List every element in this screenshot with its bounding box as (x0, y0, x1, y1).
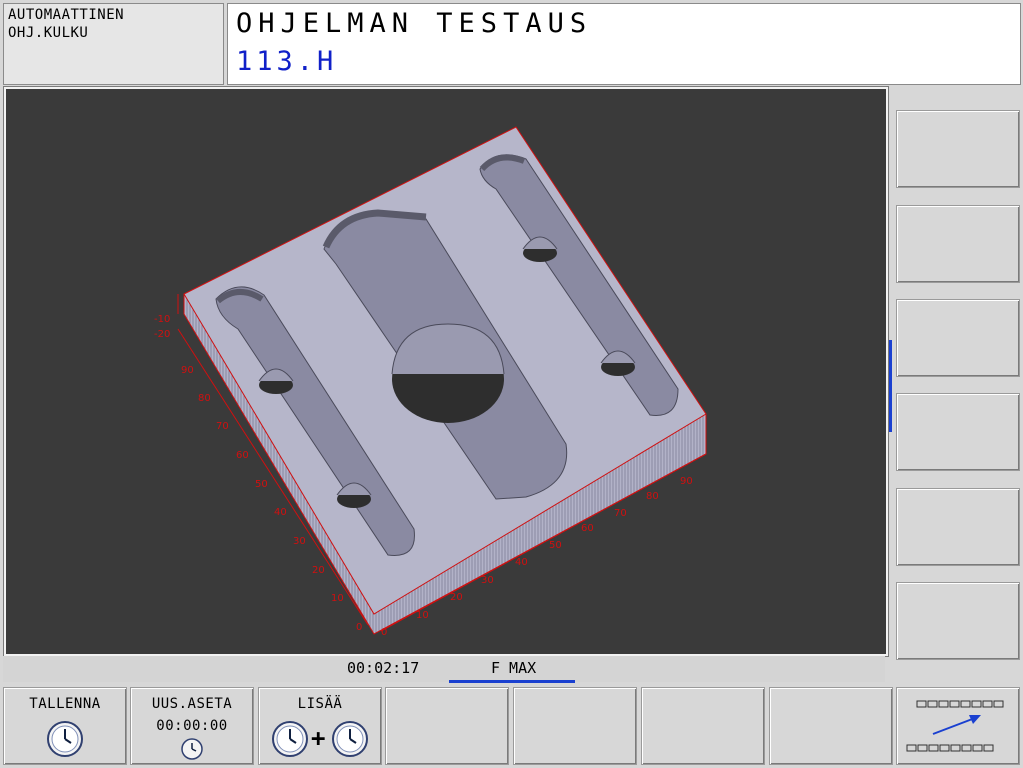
reset-time-value: 00:00:00 (156, 718, 228, 734)
feed-indicator (449, 680, 575, 683)
y-tick: 40 (274, 507, 287, 518)
vertical-softkey-4[interactable] (896, 393, 1020, 471)
x-tick: 80 (646, 491, 659, 502)
horizontal-softkey-7[interactable] (769, 687, 893, 765)
y-tick: 0 (356, 622, 362, 633)
y-tick: 10 (331, 593, 344, 604)
reset-label: UUS.ASETA (151, 696, 233, 712)
workpiece-3d-view: -10 -20 90 80 70 60 50 40 30 20 10 0 0 1… (154, 126, 707, 638)
y-tick: 20 (312, 565, 325, 576)
clock-icon (181, 738, 203, 760)
program-name: 113.H (236, 46, 338, 77)
vertical-softkey-5[interactable] (896, 488, 1020, 566)
vertical-softkey-2[interactable] (896, 205, 1020, 283)
machining-time: 00:02:17 (347, 659, 420, 677)
y-tick: 70 (216, 421, 229, 432)
mode-line-1: AUTOMAATTINEN (8, 7, 125, 23)
x-tick: 60 (581, 523, 594, 534)
x-tick: 10 (416, 610, 429, 621)
x-tick: 70 (614, 508, 627, 519)
save-label: TALLENNA (29, 696, 101, 712)
title-panel: OHJELMAN TESTAUS 113.H (227, 3, 1021, 85)
z-label-minus10: -10 (154, 314, 170, 325)
clock-icon (47, 721, 83, 757)
feed-rate: F MAX (491, 659, 537, 677)
x-tick: 40 (515, 557, 528, 568)
x-tick: 90 (680, 476, 693, 487)
softkey-page-indicator (889, 340, 892, 432)
clock-icon (332, 721, 368, 757)
y-tick: 30 (293, 536, 306, 547)
horizontal-softkey-4[interactable] (385, 687, 509, 765)
vertical-softkey-1[interactable] (896, 110, 1020, 188)
mode-line-2: OHJ.KULKU (8, 25, 89, 41)
vertical-softkey-6[interactable] (896, 582, 1020, 660)
operating-mode-panel: AUTOMAATTINEN OHJ.KULKU (3, 3, 224, 85)
x-tick: 30 (481, 575, 494, 586)
screen-title: OHJELMAN TESTAUS (236, 8, 593, 39)
y-tick: 50 (255, 479, 268, 490)
softkey-switch-icon (906, 700, 1004, 752)
softkey-bar-switch[interactable] (896, 687, 1020, 765)
status-bar: 00:02:17 F MAX (3, 656, 885, 683)
y-tick: 90 (181, 365, 194, 376)
vertical-softkey-3[interactable] (896, 299, 1020, 377)
x-tick: 0 (381, 627, 387, 638)
y-tick: 80 (198, 393, 211, 404)
x-tick: 20 (450, 592, 463, 603)
horizontal-softkey-5[interactable] (513, 687, 637, 765)
plus-sign: + (311, 724, 326, 752)
z-label-minus20: -20 (154, 329, 170, 340)
add-label: LISÄÄ (297, 696, 343, 712)
clock-icon (272, 721, 308, 757)
test-run-graphic: -10 -20 90 80 70 60 50 40 30 20 10 0 0 1… (3, 86, 889, 657)
y-tick: 60 (236, 450, 249, 461)
reset-time-softkey[interactable]: UUS.ASETA 00:00:00 (130, 687, 254, 765)
save-time-softkey[interactable]: TALLENNA (3, 687, 127, 765)
add-time-softkey[interactable]: LISÄÄ + (258, 687, 382, 765)
x-tick: 50 (549, 540, 562, 551)
horizontal-softkey-6[interactable] (641, 687, 765, 765)
